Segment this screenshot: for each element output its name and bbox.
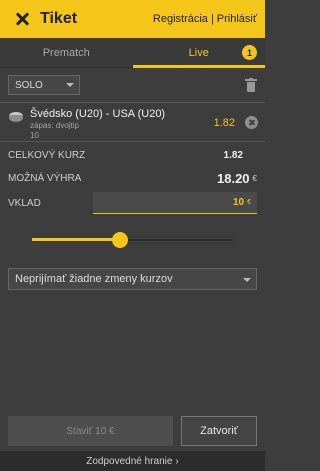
stake-value: 10	[232, 197, 245, 208]
total-odds-label: CELKOVÝ KURZ	[8, 149, 86, 161]
possible-win-row: MOŽNÁ VÝHRA 18.20 €	[0, 170, 265, 186]
stake-label: VKLAD	[8, 197, 41, 209]
register-link[interactable]: Registrácia	[153, 13, 208, 25]
bet-selection: Švédsko (U20) - USA (U20) zápas: dvojtip…	[0, 102, 265, 142]
stake-slider[interactable]	[32, 232, 233, 248]
stake-row: VKLAD 10 €	[0, 192, 265, 214]
slider-fill	[32, 238, 121, 241]
tab-live[interactable]: Live 1	[132, 38, 266, 68]
link-separator: |	[210, 13, 214, 25]
selection-odds: 1.82	[213, 117, 235, 129]
possible-win-currency: €	[252, 173, 257, 183]
footer-label: Zodpovedné hranie	[86, 455, 173, 467]
hockey-puck-icon	[8, 111, 24, 123]
chevron-down-icon	[243, 278, 251, 282]
chevron-right-icon: ›	[175, 455, 179, 467]
chevron-down-icon	[66, 83, 74, 87]
login-link[interactable]: Prihlásiť	[217, 13, 257, 25]
bet-type-select[interactable]: SOLO	[8, 75, 80, 95]
responsible-gaming-link[interactable]: Zodpovedné hranie ›	[0, 451, 265, 471]
stake-input[interactable]: 10 €	[93, 192, 257, 214]
tab-live-label: Live	[188, 46, 209, 59]
ticket-title: Tiket	[40, 10, 78, 27]
stake-currency: €	[247, 199, 251, 206]
bet-type-row: SOLO	[0, 70, 265, 100]
total-odds-row: CELKOVÝ KURZ 1.82	[0, 148, 265, 162]
tab-prematch-label: Prematch	[42, 46, 90, 59]
ticket-header: Tiket Registrácia | Prihlásiť	[0, 0, 265, 38]
auth-links: Registrácia | Prihlásiť	[153, 13, 257, 25]
close-ticket-button[interactable]: Zatvoriť	[181, 416, 257, 446]
trash-icon[interactable]	[245, 78, 257, 92]
slider-thumb[interactable]	[112, 232, 129, 248]
ticket-tabs: Prematch Live 1	[0, 38, 265, 68]
tab-prematch[interactable]: Prematch	[0, 38, 133, 67]
possible-win-label: MOŽNÁ VÝHRA	[8, 172, 82, 184]
total-odds-value: 1.82	[223, 149, 243, 161]
live-count-badge: 1	[242, 45, 257, 60]
bet-type-value: SOLO	[15, 79, 43, 91]
ticket-actions: Staviť 10 € Zatvoriť	[8, 416, 257, 446]
odds-change-select[interactable]: Neprijímať žiadne zmeny kurzov	[8, 268, 257, 290]
close-icon[interactable]	[12, 9, 32, 29]
possible-win-value: 18.20	[217, 170, 250, 186]
place-bet-button[interactable]: Staviť 10 €	[8, 416, 173, 446]
odds-change-value: Neprijímať žiadne zmeny kurzov	[15, 273, 173, 285]
remove-selection-icon[interactable]	[245, 116, 258, 129]
selection-pick: 10	[30, 131, 39, 140]
